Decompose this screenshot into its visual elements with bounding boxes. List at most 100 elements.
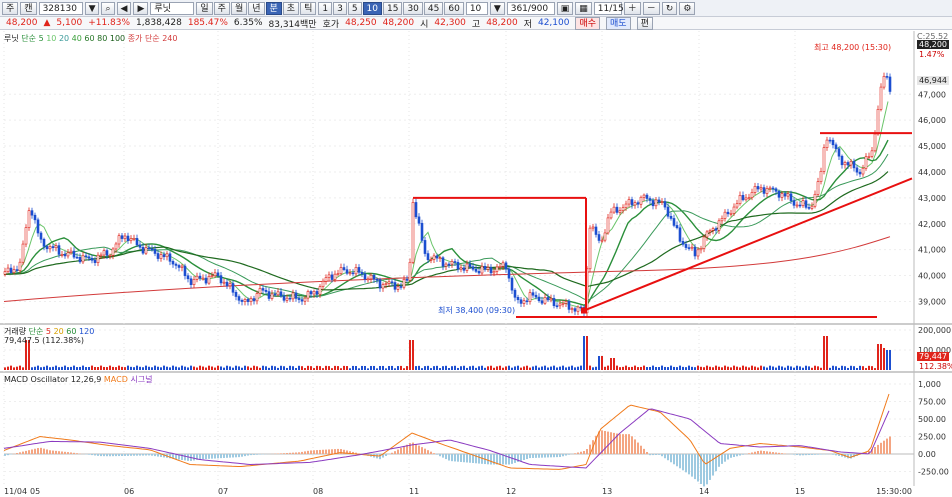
macd-oscillator-bar	[223, 454, 225, 458]
sell-button[interactable]: 매도	[606, 16, 631, 30]
candle-body	[393, 282, 397, 290]
volume-bar	[349, 368, 351, 370]
settings-icon[interactable]: ⚙	[679, 1, 696, 15]
interval-tab-1[interactable]: 3	[333, 1, 347, 15]
volume-bar	[403, 368, 405, 370]
candle-body	[93, 259, 97, 263]
candle-body	[696, 249, 700, 257]
candle-body	[291, 292, 295, 300]
volume-bar	[250, 367, 252, 370]
macd-oscillator-bar	[457, 454, 459, 462]
apply-button[interactable]: ▣	[556, 1, 574, 15]
date-field[interactable]: 11/15	[593, 1, 624, 15]
macd-oscillator-bar	[724, 454, 726, 462]
period-tab-2[interactable]: 월	[230, 1, 248, 15]
volume-label: 거래량	[4, 327, 27, 336]
period-tab-4[interactable]: 분	[265, 1, 282, 15]
buy-button[interactable]: 매수	[575, 16, 601, 30]
candle-body	[564, 301, 568, 304]
macd-oscillator-bar	[415, 444, 417, 454]
candle-body	[735, 203, 739, 208]
zoom-out-icon[interactable]: －	[642, 1, 660, 15]
edit-button[interactable]: 편	[636, 16, 653, 30]
macd-oscillator-bar	[154, 454, 156, 457]
macd-oscillator-bar	[19, 452, 21, 454]
macd-oscillator-bar	[199, 454, 201, 460]
macd-oscillator-bar	[103, 454, 105, 457]
candle-body	[699, 248, 703, 251]
calendar-icon[interactable]: ▦	[575, 1, 592, 15]
volume-bar	[604, 366, 606, 370]
candle-body	[822, 147, 826, 172]
candle-body	[498, 265, 502, 268]
macd-oscillator-bar	[133, 454, 135, 456]
period-tab-5[interactable]: 초	[282, 1, 300, 15]
volume-bar	[364, 365, 366, 370]
interval-tab-0[interactable]: 1	[318, 1, 333, 15]
search-icon[interactable]: ⌕	[101, 1, 115, 15]
volume-tag: 79,447	[917, 352, 949, 361]
volume-bar	[853, 366, 855, 370]
interval-tab-5[interactable]: 30	[403, 1, 423, 15]
volume-bar	[499, 365, 501, 370]
refresh-icon[interactable]: ↻	[661, 1, 678, 15]
period-tab-3[interactable]: 년	[248, 1, 265, 15]
high-annotation: 최고 48,200 (15:30)	[814, 43, 892, 52]
volume-bar	[418, 365, 420, 370]
volume-bar	[652, 365, 654, 370]
macd-oscillator-bar	[397, 449, 399, 454]
macd-oscillator-bar	[460, 454, 462, 462]
candle-body	[318, 286, 322, 295]
chart-canvas[interactable]: 47,000 46,000 45,000 44,000 43,000 42,000 41,0…	[0, 31, 952, 497]
interval-tab-6[interactable]: 45	[423, 1, 444, 15]
volume-bar	[229, 366, 231, 370]
zoom-in-icon[interactable]: ＋	[623, 1, 641, 15]
candle-body	[783, 193, 787, 197]
macd-oscillator-bar	[433, 453, 435, 454]
candle-body	[342, 267, 346, 270]
macd-oscillator-bar	[88, 454, 90, 455]
volume-bar	[808, 366, 810, 370]
code-dropdown-icon[interactable]: ▼	[84, 1, 100, 15]
interval-tab-7[interactable]: 60	[444, 1, 464, 15]
market-button[interactable]: 캔	[20, 1, 37, 15]
next-icon[interactable]: ▶	[133, 1, 149, 15]
type-button[interactable]: 주	[2, 1, 19, 15]
volume-bar	[433, 366, 435, 370]
period-tab-1[interactable]: 주	[213, 1, 230, 15]
macd-oscillator-bar	[202, 454, 204, 460]
interval-tab-3[interactable]: 10	[362, 1, 382, 15]
macd-oscillator-bar	[688, 454, 690, 475]
volume-pct-tag: 112.38%	[919, 362, 952, 371]
interval-dropdown-icon[interactable]: ▼	[489, 1, 505, 15]
count-field[interactable]: 361/900	[506, 1, 555, 15]
candle-body	[888, 76, 892, 92]
x-tick-label: 13	[602, 487, 612, 496]
macd-oscillator-bar	[238, 454, 240, 458]
interval-tab-4[interactable]: 15	[383, 1, 403, 15]
candle-body	[189, 278, 193, 285]
candle-body	[444, 263, 448, 267]
candle-body	[225, 281, 229, 287]
period-tab-6[interactable]: 틱	[300, 1, 317, 15]
period-tab-0[interactable]: 일	[196, 1, 213, 15]
volume-bar	[889, 350, 891, 370]
code-input[interactable]: 328130	[38, 1, 83, 15]
macd-oscillator-bar	[448, 454, 450, 461]
candle-body	[150, 248, 154, 251]
prev-icon[interactable]: ◀	[116, 1, 132, 15]
volume-bar	[94, 366, 96, 370]
price-pane-label[interactable]: 루닛 단순 5 10 20 40 60 80 100 종가 단순 240	[4, 33, 177, 44]
macd-pane-label[interactable]: MACD Oscillator 12,26,9 MACD 시그널	[4, 374, 153, 385]
interval-tab-2[interactable]: 5	[347, 1, 362, 15]
interval-tabs: 1 3 5 10 15 30 45 60	[318, 1, 464, 15]
candle-body	[843, 162, 847, 166]
macd-oscillator-bar	[736, 454, 738, 457]
candle-body	[492, 270, 496, 274]
candle-body	[336, 273, 340, 275]
volume-bar	[712, 367, 714, 370]
candle-body	[360, 272, 364, 275]
macd-oscillator-bar	[214, 454, 216, 459]
interval-input[interactable]: 10	[465, 1, 488, 15]
candle-body	[666, 206, 670, 217]
